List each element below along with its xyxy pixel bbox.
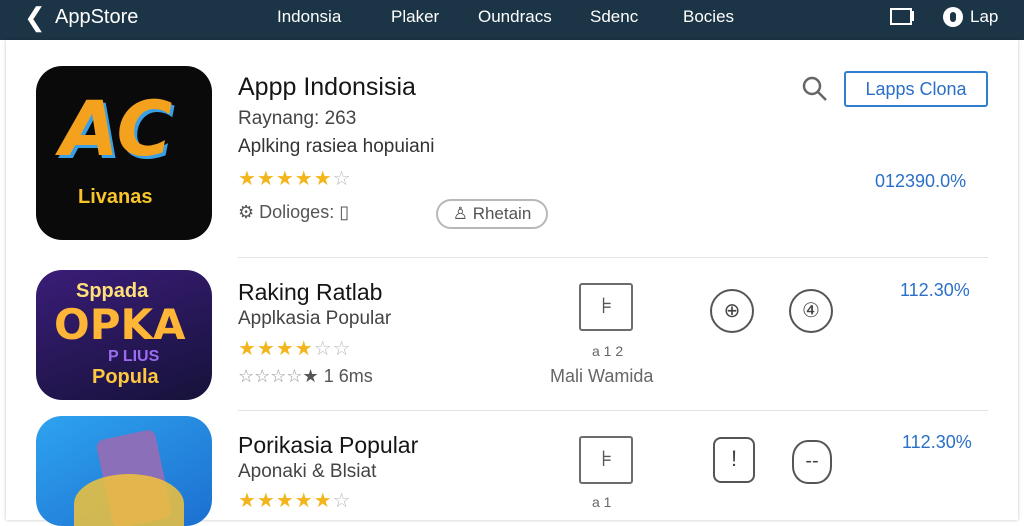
list-item-1-info-icon[interactable]: ④: [789, 289, 833, 333]
nav-tab-indonsia[interactable]: Indonsia: [277, 0, 341, 34]
list-item-1-icon-bottom: Popula: [92, 366, 159, 388]
rating-outline-stars: ☆☆☆☆: [238, 366, 303, 386]
screen-icon[interactable]: [889, 7, 917, 29]
list-item-2-chat-icon[interactable]: --: [792, 440, 832, 484]
back-arrow-icon[interactable]: ❮: [24, 0, 46, 34]
list-item-1-title[interactable]: Raking Ratlab: [238, 279, 382, 306]
list-item-1-percent: 112.30%: [900, 280, 970, 300]
list-item-2-title[interactable]: Porikasia Popular: [238, 432, 418, 459]
featured-icon-caption: Livanas: [78, 186, 153, 208]
user-small-icon: ♙: [452, 204, 468, 223]
featured-meta: ⚙ Dolioges: ▯: [238, 202, 349, 223]
settings-icon: ⚙: [238, 202, 255, 222]
featured-meta-label: Dolioges:: [259, 202, 335, 222]
app-title: AppStore: [55, 6, 139, 28]
retain-button[interactable]: ♙ Rhetain: [436, 199, 548, 229]
list-item-1-document-icon[interactable]: ⊧: [579, 283, 633, 331]
header-right-label[interactable]: Lap: [970, 0, 998, 34]
list-item-1-icon-mid: OPKA: [54, 300, 186, 349]
divider: [238, 257, 988, 258]
top-bar: ❮ AppStore Indonsia Plaker Oundracs Sden…: [0, 0, 1024, 40]
nav-tab-oundracs[interactable]: Oundracs: [478, 0, 552, 34]
list-item-1-small-label: a 1 2: [592, 343, 624, 359]
clipboard-icon: ▯: [339, 202, 350, 222]
list-item-1-extra: ☆☆☆☆★ 1 6ms: [238, 366, 373, 386]
nav-tab-plaker[interactable]: Plaker: [391, 0, 439, 34]
featured-star-rating: ★★★★★☆: [238, 168, 352, 190]
featured-app-title[interactable]: Appp Indonsisia: [238, 73, 416, 102]
get-app-button[interactable]: Lapps Clona: [844, 71, 988, 107]
list-item-2-alert-icon[interactable]: !: [713, 437, 755, 483]
list-item-2-percent: 112.30%: [902, 432, 972, 452]
list-item-1-clock-icon[interactable]: ⊕: [710, 289, 754, 333]
list-item-1-label: Mali Wamida: [550, 366, 654, 386]
list-item-2-icon[interactable]: [36, 416, 212, 526]
list-item-1-stars: ★★★★☆☆: [238, 338, 352, 360]
nav-tab-sdenc[interactable]: Sdenc: [590, 0, 638, 34]
search-icon[interactable]: [800, 74, 830, 104]
rainbow-graphic: [74, 474, 184, 526]
content-panel: AC Livanas Appp Indonsisia Raynang: 263 …: [6, 40, 1018, 526]
list-item-1-icon[interactable]: Sppada OPKA P LIUS Popula: [36, 270, 212, 400]
list-item-2-document-icon[interactable]: ⊧: [579, 436, 633, 484]
featured-icon-text: AC: [60, 84, 173, 173]
featured-percent: 012390.0%: [875, 171, 967, 191]
nav-tab-bocies[interactable]: Bocies: [683, 0, 734, 34]
list-item-2-stars: ★★★★★☆: [238, 490, 352, 512]
list-item-1-icon-line: P LIUS: [108, 348, 160, 365]
list-item-2-small-label: a 1: [592, 494, 612, 510]
list-item-1-subtitle: Applkasia Popular: [238, 308, 392, 329]
featured-subtitle: Aplking rasiea hopuiani: [238, 136, 435, 157]
list-item-2-subtitle: Aponaki & Blsiat: [238, 461, 377, 482]
featured-app-icon[interactable]: AC Livanas: [36, 66, 212, 240]
divider: [238, 410, 988, 411]
retain-button-label: Rhetain: [472, 204, 532, 223]
user-icon[interactable]: [943, 7, 963, 27]
list-item-1-extra-text: 1 6ms: [323, 366, 373, 386]
featured-rating-text: Raynang: 263: [238, 108, 357, 129]
